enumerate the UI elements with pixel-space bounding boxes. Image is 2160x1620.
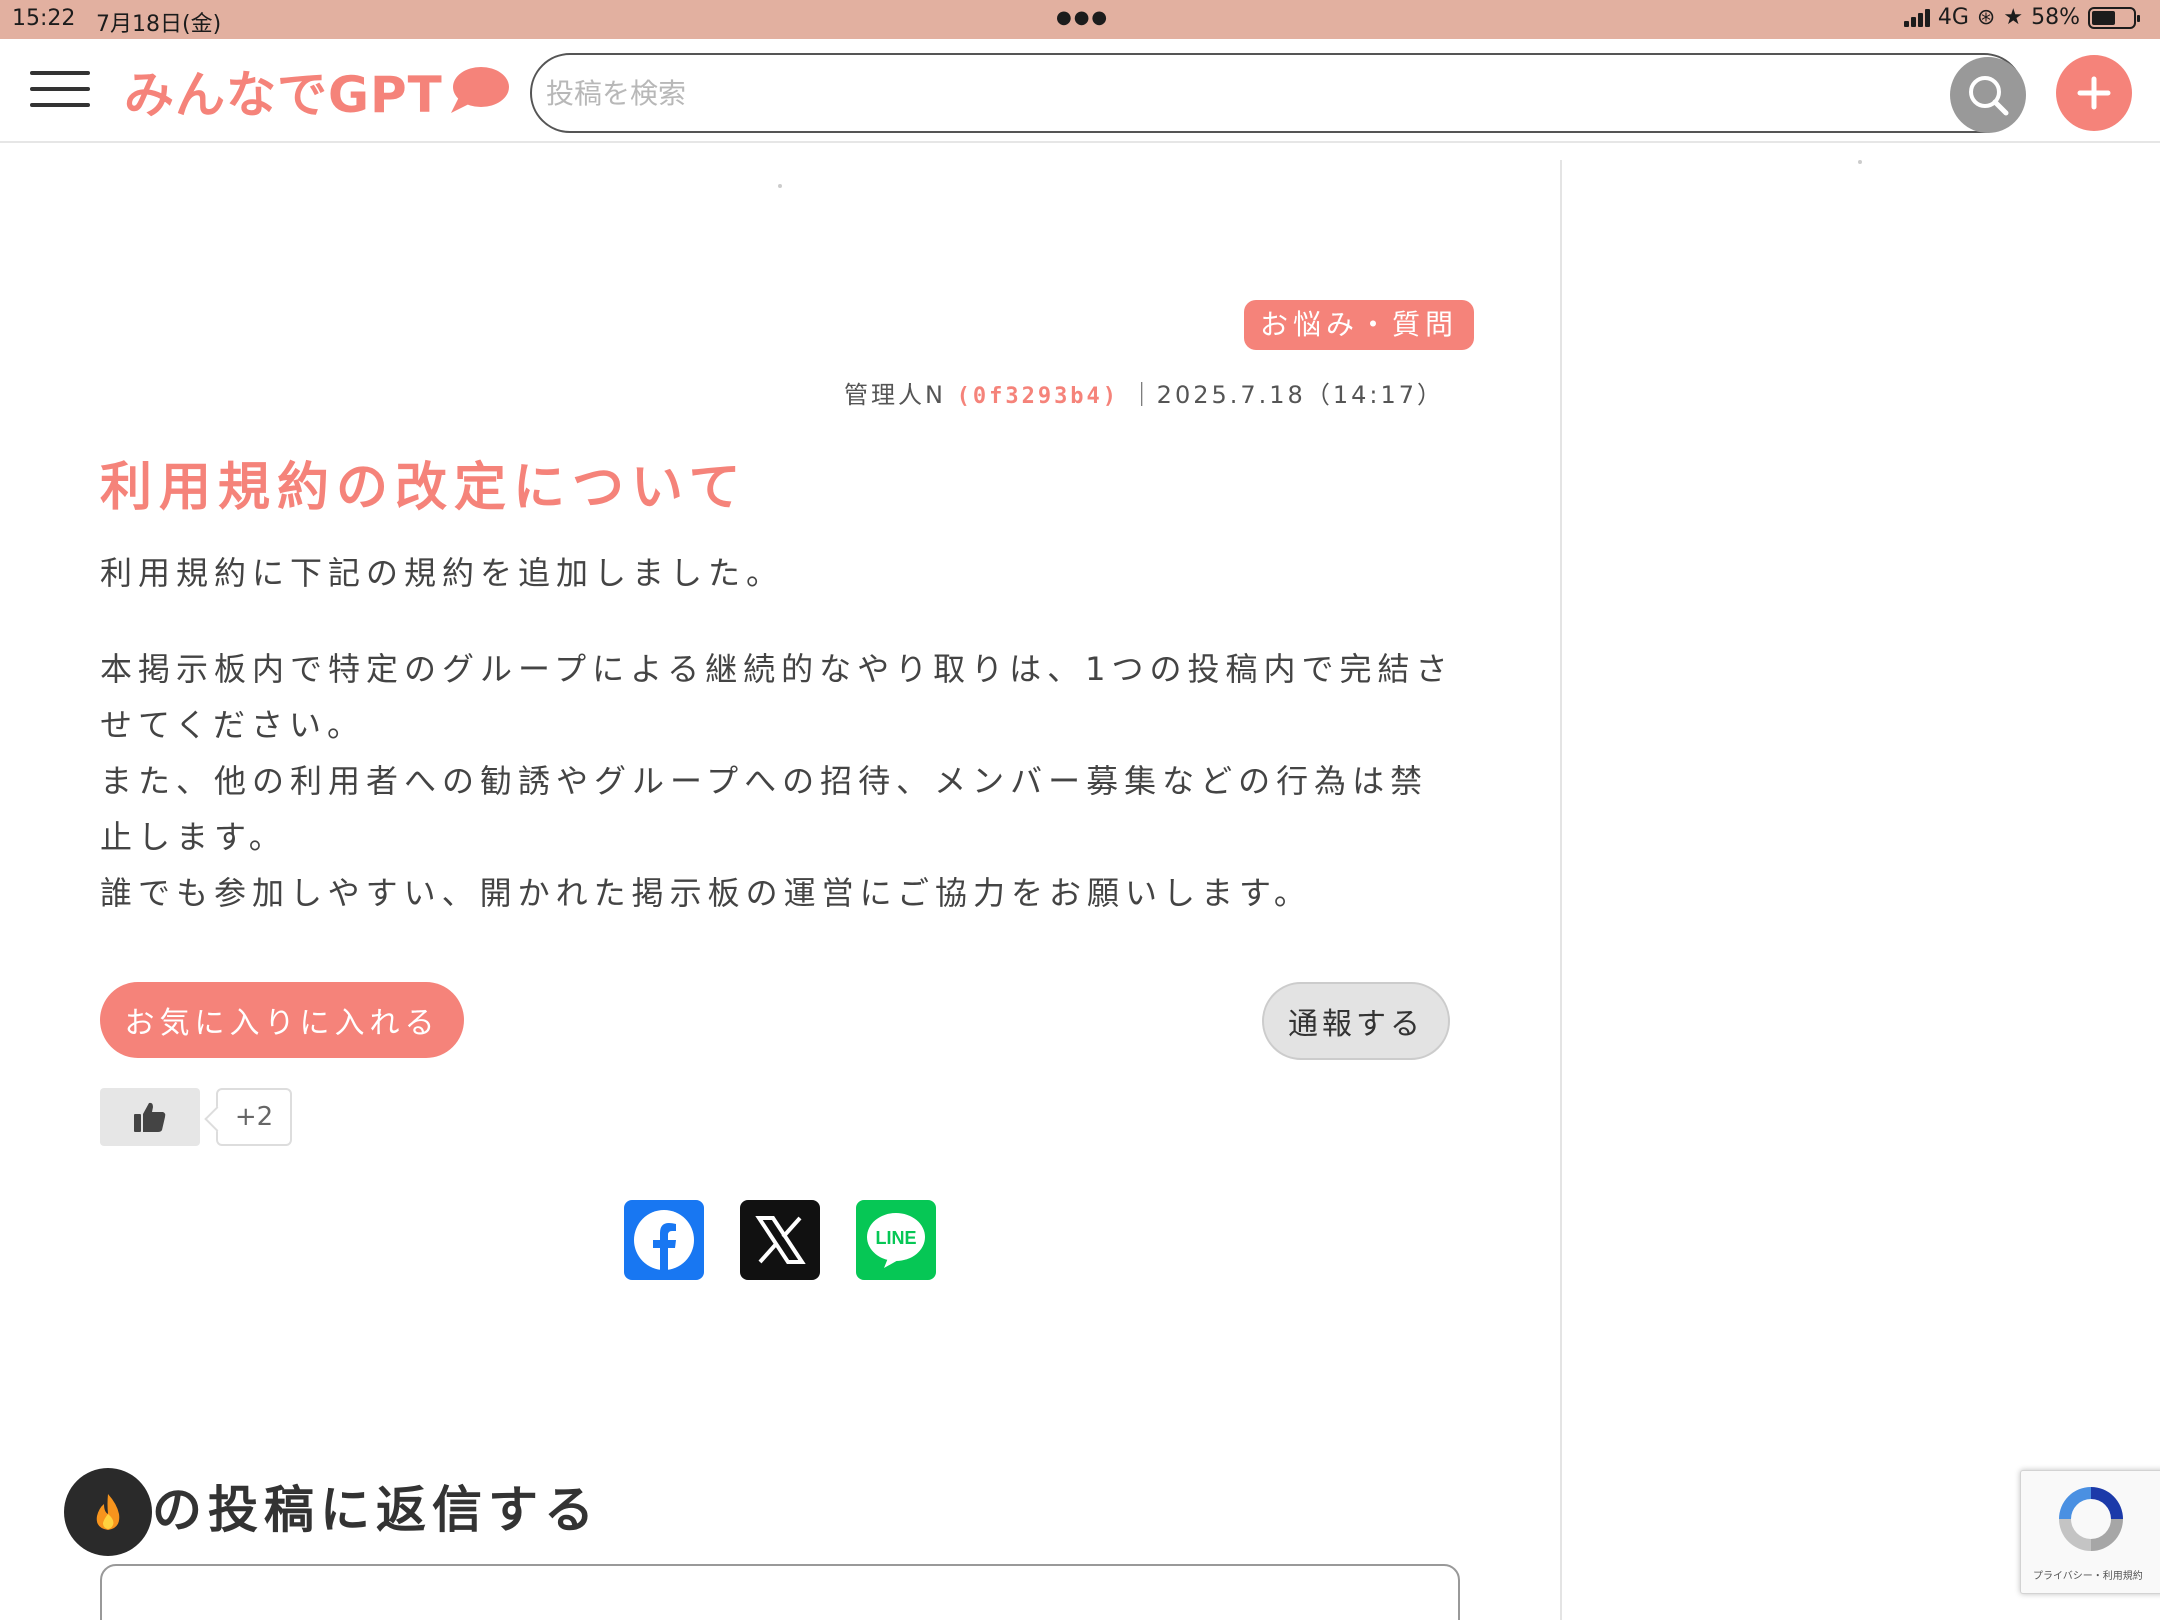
sidebar-divider [1560, 160, 1562, 1620]
favorite-button[interactable]: お気に入りに入れる [100, 982, 464, 1058]
status-time: 15:22 [12, 6, 76, 31]
report-button[interactable]: 通報する [1262, 982, 1450, 1060]
site-header: みんなでGPT [0, 39, 2160, 143]
category-badge[interactable]: お悩み・質問 [1244, 300, 1475, 350]
site-logo[interactable]: みんなでGPT [124, 61, 511, 124]
post-body: 利用規約に下記の規約を追加しました。 本掲示板内で特定のグループによる継続的なや… [100, 545, 1460, 921]
status-date: 7月18日(金) [96, 12, 222, 37]
body-paragraph: また、他の利用者への勧誘やグループへの招待、メンバー募集などの行為は禁止します。 [100, 762, 1429, 856]
search-icon [1969, 76, 2009, 116]
svg-text:LINE: LINE [875, 1228, 916, 1248]
multitask-dots-icon[interactable]: ●●● [1056, 7, 1109, 28]
body-paragraph: 誰でも参加しやすい、開かれた掲示板の運営にご協力をお願いします。 [100, 874, 1312, 912]
like-count: +2 [216, 1088, 292, 1146]
orientation-lock-icon: ⊛ [1976, 5, 1996, 30]
status-bar: 15:22 7月18日(金) ●●● 4G ⊛ ★ 58% [0, 0, 2160, 39]
search-input[interactable] [546, 67, 1846, 119]
menu-icon[interactable] [30, 67, 90, 111]
author-id: (0f3293b4) [956, 384, 1120, 409]
x-icon [755, 1216, 806, 1264]
battery-icon [2088, 6, 2140, 29]
speck [1858, 160, 1862, 164]
recaptcha-badge[interactable]: プライバシー・利用規約 [2020, 1470, 2160, 1594]
post-datetime: ｜2025.7.18（14:17） [1129, 381, 1444, 409]
facebook-icon [634, 1210, 694, 1270]
share-facebook-button[interactable] [624, 1200, 704, 1280]
new-post-button[interactable] [2056, 55, 2132, 131]
battery-fill [2092, 10, 2116, 25]
search-button[interactable] [1950, 57, 2026, 133]
star-icon: ★ [2003, 5, 2024, 30]
share-x-button[interactable] [740, 1200, 820, 1280]
speck [778, 184, 782, 188]
post-title: 利用規約の改定について [100, 458, 748, 518]
thumbs-up-icon [134, 1102, 166, 1132]
recaptcha-icon [2059, 1487, 2123, 1551]
trending-button[interactable] [64, 1468, 152, 1556]
logo-text: みんなでGPT [124, 66, 443, 124]
plus-icon [2077, 76, 2111, 110]
reply-heading: の投稿に返信する [152, 1481, 600, 1539]
signal-icon [1903, 8, 1930, 27]
body-paragraph: 利用規約に下記の規約を追加しました。 [100, 554, 785, 592]
fire-icon [96, 1494, 120, 1530]
share-line-button[interactable]: LINE [856, 1200, 936, 1280]
author-name: 管理人N [844, 381, 946, 409]
line-icon: LINE [867, 1213, 925, 1268]
recaptcha-links[interactable]: プライバシー・利用規約 [2033, 1567, 2143, 1582]
search-bar [530, 53, 2026, 133]
reply-textarea[interactable] [100, 1564, 1460, 1620]
speech-bubble-icon [450, 67, 509, 113]
status-indicators: 4G ⊛ ★ 58% [1903, 5, 2140, 30]
body-paragraph: 本掲示板内で特定のグループによる継続的なやり取りは、1つの投稿内で完結させてくだ… [100, 650, 1454, 744]
network-label: 4G [1937, 5, 1969, 30]
post-meta: 管理人N (0f3293b4) ｜2025.7.18（14:17） [844, 375, 1444, 410]
battery-label: 58% [2031, 5, 2080, 30]
like-button[interactable] [100, 1088, 200, 1146]
